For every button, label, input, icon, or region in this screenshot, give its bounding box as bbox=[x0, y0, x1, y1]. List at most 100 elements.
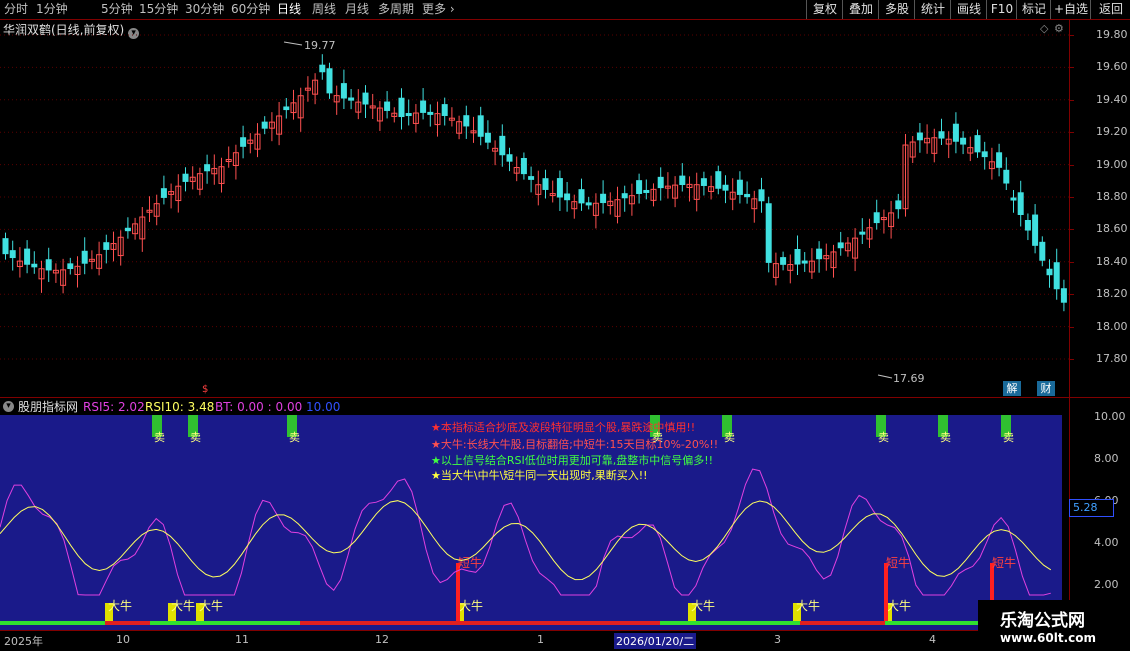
draw-line-button[interactable]: 画线 bbox=[950, 0, 987, 19]
period-tab-more[interactable]: 更多 › bbox=[422, 2, 455, 17]
candle-body bbox=[463, 115, 470, 127]
rsi10-label: RSI10: 3.48 bbox=[145, 400, 215, 414]
candle-body bbox=[499, 135, 506, 156]
big-bull-label: 大牛 bbox=[171, 598, 195, 613]
signal-baseline-segment bbox=[105, 621, 150, 625]
candle-body bbox=[45, 259, 52, 271]
overlay-button[interactable]: 叠加 bbox=[842, 0, 879, 19]
candle-body bbox=[160, 188, 167, 198]
candle-body bbox=[384, 101, 391, 111]
price-tick-mark bbox=[1069, 229, 1074, 231]
indicator-panel[interactable]: 大牛 大牛 大牛 大牛 大牛 大牛 大牛 短牛 短牛 短牛卖卖卖卖卖卖卖卖 ★本指标适合抄底及波段… bbox=[0, 415, 1062, 630]
candle-body bbox=[916, 132, 923, 141]
candle-body bbox=[801, 260, 808, 264]
period-toolbar: 分时 1分钟 5分钟 15分钟 30分钟 60分钟 日线 周线 月线 多周期 更… bbox=[0, 0, 1130, 20]
candle-body bbox=[326, 68, 333, 94]
indicator-name[interactable]: 股朋指标网 bbox=[18, 398, 78, 416]
rsi5-label: RSI5: 2.02 bbox=[83, 400, 145, 414]
candle-body bbox=[744, 193, 751, 198]
current-value-badge: 5.28 bbox=[1069, 499, 1114, 517]
period-tab-weekly[interactable]: 周线 bbox=[312, 2, 336, 17]
candle-body bbox=[700, 178, 707, 186]
back-button[interactable]: 返回 bbox=[1090, 0, 1130, 19]
period-tab-60min[interactable]: 60分钟 bbox=[231, 2, 270, 17]
price-tick-mark bbox=[1069, 326, 1074, 328]
candle-body bbox=[1010, 197, 1017, 201]
chevron-right-icon: › bbox=[449, 2, 455, 16]
candle-body bbox=[556, 178, 563, 198]
time-axis: 2025年 10 11 12 1 2026/01/20/二 3 4 bbox=[0, 630, 1130, 651]
f10-button[interactable]: F10 bbox=[986, 0, 1017, 19]
big-bull-label: 大牛 bbox=[691, 598, 715, 613]
candle-body bbox=[679, 175, 686, 186]
price-tick-mark bbox=[1069, 35, 1074, 36]
period-tab-1min[interactable]: 1分钟 bbox=[36, 2, 68, 17]
candle-body bbox=[837, 242, 844, 249]
restore-rights-button[interactable]: 复权 bbox=[806, 0, 843, 19]
candle-body bbox=[9, 250, 16, 259]
candlestick-chart[interactable]: 19.77 17.69 $ bbox=[0, 20, 1069, 397]
candle-body bbox=[348, 97, 355, 101]
statistics-button[interactable]: 统计 bbox=[914, 0, 951, 19]
period-tab-15min[interactable]: 15分钟 bbox=[139, 2, 178, 17]
signal-baseline-segment bbox=[455, 621, 660, 625]
signal-baseline-segment bbox=[300, 621, 455, 625]
price-tick: 18.00 bbox=[1096, 319, 1128, 333]
indicator-tick: 2.00 bbox=[1094, 578, 1119, 591]
event-marker: $ bbox=[202, 384, 208, 395]
candle-body bbox=[1017, 192, 1024, 216]
period-tab-daily[interactable]: 日线 bbox=[277, 2, 301, 17]
short-bull-label: 短牛 bbox=[886, 555, 910, 570]
candle-body bbox=[1053, 262, 1060, 290]
candle-body bbox=[722, 184, 729, 191]
candle-body bbox=[780, 257, 787, 265]
price-tick: 18.60 bbox=[1096, 222, 1128, 236]
price-tick-mark bbox=[1069, 99, 1074, 101]
finance-button[interactable]: 财 bbox=[1037, 381, 1055, 396]
multi-stock-button[interactable]: 多股 bbox=[878, 0, 915, 19]
candle-body bbox=[506, 154, 513, 162]
candle-body bbox=[24, 248, 31, 265]
signal-baseline-segment bbox=[150, 621, 300, 625]
period-tab-5min[interactable]: 5分钟 bbox=[101, 2, 133, 17]
unlock-button[interactable]: 解 bbox=[1003, 381, 1021, 396]
rsi5-line bbox=[0, 468, 1051, 596]
candle-body bbox=[528, 176, 535, 180]
price-tick-mark bbox=[1069, 294, 1074, 296]
candle-body bbox=[657, 176, 664, 189]
candle-body bbox=[974, 135, 981, 153]
indicator-tick: 4.00 bbox=[1094, 536, 1119, 549]
candle-body bbox=[1046, 268, 1053, 276]
big-bull-label: 大牛 bbox=[108, 598, 132, 613]
candle-body bbox=[621, 193, 628, 199]
candle-body bbox=[1024, 220, 1031, 231]
candle-body bbox=[1003, 169, 1010, 184]
short-bull-label: 短牛 bbox=[992, 555, 1016, 570]
price-tick: 19.20 bbox=[1096, 125, 1128, 139]
candle-body bbox=[736, 179, 743, 195]
add-watchlist-button[interactable]: +自选 bbox=[1050, 0, 1091, 19]
candle-body bbox=[441, 104, 448, 116]
price-tick: 19.80 bbox=[1096, 28, 1128, 41]
candle-body bbox=[873, 212, 880, 224]
candle-body bbox=[420, 100, 427, 113]
period-tab-timeshare[interactable]: 分时 bbox=[4, 2, 28, 17]
sell-label: 卖 bbox=[878, 431, 889, 444]
signal-baseline-segment bbox=[800, 621, 885, 625]
candle-body bbox=[204, 164, 211, 172]
candle-body bbox=[182, 173, 189, 182]
candle-body bbox=[240, 137, 247, 147]
bt-label: BT: 0.00 : 0.00 bbox=[215, 400, 303, 414]
price-tick: 17.80 bbox=[1096, 352, 1128, 365]
period-tab-30min[interactable]: 30分钟 bbox=[185, 2, 224, 17]
period-tab-multi[interactable]: 多周期 bbox=[378, 2, 414, 17]
period-tab-monthly[interactable]: 月线 bbox=[345, 2, 369, 17]
mark-button[interactable]: 标记 bbox=[1016, 0, 1051, 19]
high-price-pointer bbox=[283, 41, 303, 46]
candle-body bbox=[585, 202, 592, 206]
candle-body bbox=[758, 189, 765, 202]
candle-body bbox=[67, 263, 74, 270]
chevron-down-icon[interactable]: ▾ bbox=[3, 401, 14, 412]
candle-body bbox=[794, 249, 801, 265]
candle-body bbox=[124, 227, 131, 232]
